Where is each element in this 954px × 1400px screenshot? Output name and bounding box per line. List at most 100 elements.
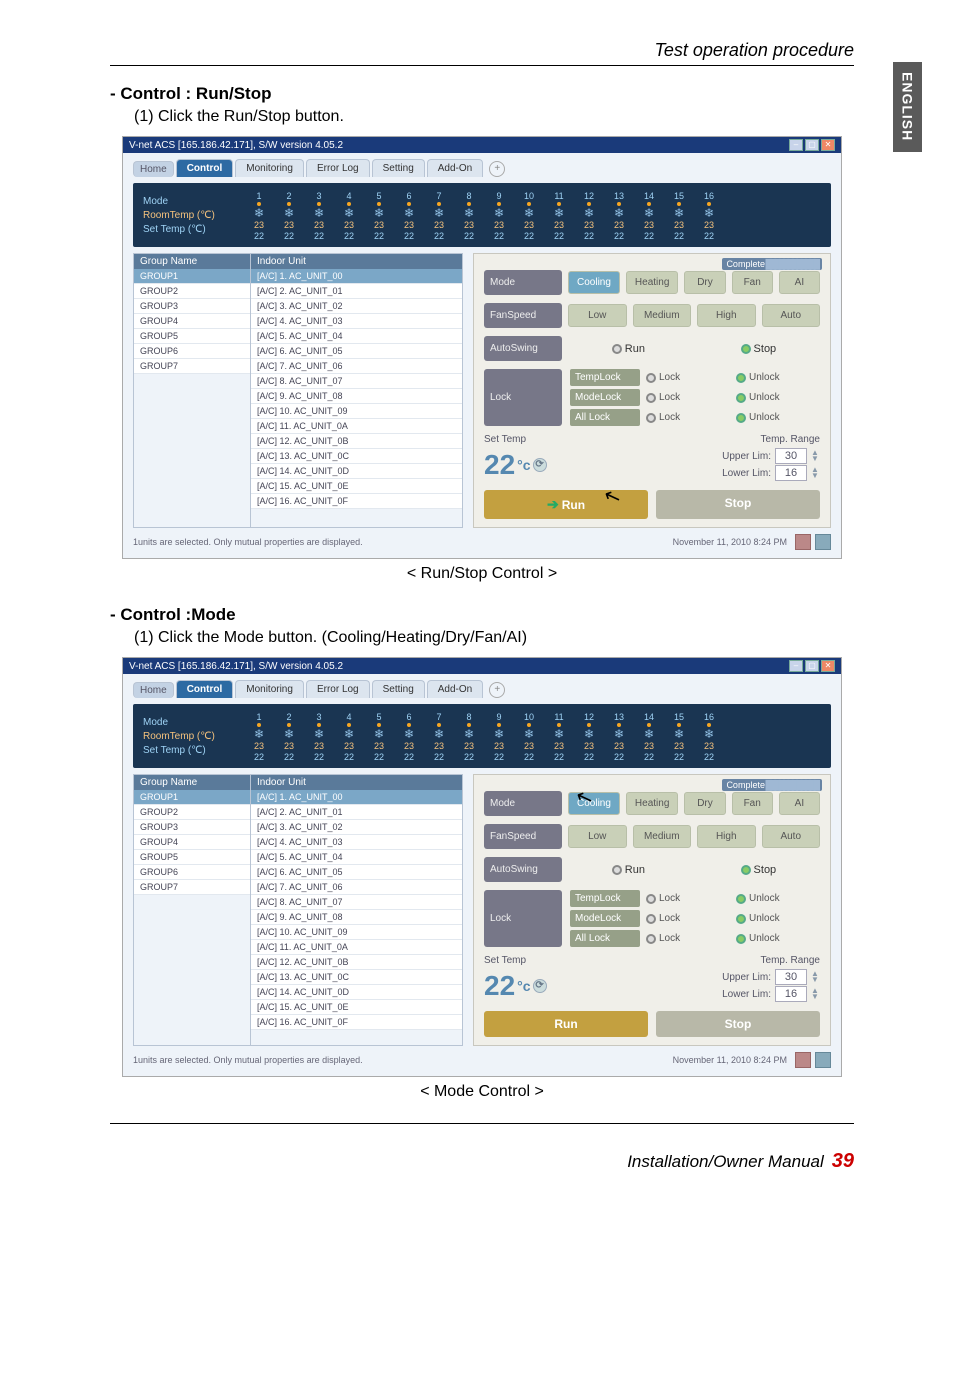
unit-row[interactable]: [A/C] 10. AC_UNIT_09: [251, 925, 462, 940]
unit-thumb[interactable]: 12❄2322: [577, 712, 601, 762]
unit-thumb[interactable]: 11❄2322: [547, 712, 571, 762]
unit-thumb[interactable]: 16❄2322: [697, 712, 721, 762]
group-row[interactable]: GROUP5: [134, 850, 250, 865]
tab-setting[interactable]: Setting: [372, 680, 425, 698]
unit-thumb[interactable]: 3❄2322: [307, 191, 331, 241]
lock-option-unlock[interactable]: Unlock: [736, 412, 820, 423]
unit-thumb[interactable]: 5❄2322: [367, 191, 391, 241]
fan-auto[interactable]: Auto: [762, 825, 821, 848]
spinner-icon[interactable]: ▲▼: [811, 971, 820, 983]
unit-row[interactable]: [A/C] 16. AC_UNIT_0F: [251, 494, 462, 509]
unit-row[interactable]: [A/C] 9. AC_UNIT_08: [251, 389, 462, 404]
unit-row[interactable]: [A/C] 12. AC_UNIT_0B: [251, 955, 462, 970]
group-row[interactable]: GROUP3: [134, 299, 250, 314]
spinner-icon[interactable]: ▲▼: [811, 450, 820, 462]
unit-row[interactable]: [A/C] 6. AC_UNIT_05: [251, 865, 462, 880]
tab-add-icon[interactable]: +: [489, 161, 505, 177]
lock-option-lock[interactable]: Lock: [646, 913, 730, 924]
group-row[interactable]: GROUP6: [134, 865, 250, 880]
upper-lim-value[interactable]: 30: [775, 969, 807, 985]
spinner-icon[interactable]: ▲▼: [811, 467, 820, 479]
tab-home[interactable]: Home: [133, 682, 174, 698]
group-row[interactable]: GROUP7: [134, 880, 250, 895]
unit-thumb[interactable]: 14❄2322: [637, 712, 661, 762]
footer-icon[interactable]: [795, 1052, 811, 1068]
tab-home[interactable]: Home: [133, 161, 174, 177]
unit-thumb[interactable]: 14❄2322: [637, 191, 661, 241]
tab-monitoring[interactable]: Monitoring: [235, 159, 304, 177]
unit-thumb[interactable]: 1❄2322: [247, 191, 271, 241]
unit-thumb[interactable]: 15❄2322: [667, 191, 691, 241]
mode-heating[interactable]: Heating: [626, 792, 678, 815]
lock-option-unlock[interactable]: Unlock: [736, 372, 820, 383]
group-row[interactable]: GROUP2: [134, 805, 250, 820]
unit-row[interactable]: [A/C] 3. AC_UNIT_02: [251, 299, 462, 314]
unit-thumb[interactable]: 4❄2322: [337, 191, 361, 241]
unit-thumb[interactable]: 2❄2322: [277, 191, 301, 241]
group-row[interactable]: GROUP4: [134, 314, 250, 329]
unit-row[interactable]: [A/C] 12. AC_UNIT_0B: [251, 434, 462, 449]
unit-thumb[interactable]: 16❄2322: [697, 191, 721, 241]
maximize-icon[interactable]: ▢: [805, 139, 819, 151]
temp-adjust-icon[interactable]: ⟳: [533, 458, 547, 472]
unit-row[interactable]: [A/C] 4. AC_UNIT_03: [251, 835, 462, 850]
unit-row[interactable]: [A/C] 15. AC_UNIT_0E: [251, 479, 462, 494]
group-row[interactable]: GROUP5: [134, 329, 250, 344]
unit-thumb[interactable]: 10❄2322: [517, 191, 541, 241]
unit-row[interactable]: [A/C] 8. AC_UNIT_07: [251, 374, 462, 389]
tab-monitoring[interactable]: Monitoring: [235, 680, 304, 698]
minimize-icon[interactable]: –: [789, 139, 803, 151]
autoswing-stop[interactable]: Stop: [741, 864, 777, 876]
footer-icon[interactable]: [815, 1052, 831, 1068]
lock-option-lock[interactable]: Lock: [646, 933, 730, 944]
mode-fan[interactable]: Fan: [732, 792, 773, 815]
unit-thumb[interactable]: 7❄2322: [427, 191, 451, 241]
lock-option-unlock[interactable]: Unlock: [736, 392, 820, 403]
unit-thumb[interactable]: 5❄2322: [367, 712, 391, 762]
group-row[interactable]: GROUP1: [134, 269, 250, 284]
stop-button[interactable]: Stop: [656, 490, 820, 519]
group-row[interactable]: GROUP4: [134, 835, 250, 850]
unit-thumb[interactable]: 15❄2322: [667, 712, 691, 762]
unit-thumb[interactable]: 8❄2322: [457, 191, 481, 241]
lower-lim-value[interactable]: 16: [775, 986, 807, 1002]
tab-control[interactable]: Control: [176, 159, 234, 177]
group-row[interactable]: GROUP6: [134, 344, 250, 359]
unit-row[interactable]: [A/C] 6. AC_UNIT_05: [251, 344, 462, 359]
unit-thumb[interactable]: 8❄2322: [457, 712, 481, 762]
unit-row[interactable]: [A/C] 5. AC_UNIT_04: [251, 850, 462, 865]
mode-fan[interactable]: Fan: [732, 271, 773, 294]
unit-row[interactable]: [A/C] 7. AC_UNIT_06: [251, 359, 462, 374]
unit-thumb[interactable]: 4❄2322: [337, 712, 361, 762]
fan-high[interactable]: High: [697, 304, 756, 327]
unit-row[interactable]: [A/C] 10. AC_UNIT_09: [251, 404, 462, 419]
temp-adjust-icon[interactable]: ⟳: [533, 979, 547, 993]
fan-low[interactable]: Low: [568, 304, 627, 327]
unit-thumb[interactable]: 13❄2322: [607, 191, 631, 241]
tab-add-icon[interactable]: +: [489, 682, 505, 698]
unit-row[interactable]: [A/C] 9. AC_UNIT_08: [251, 910, 462, 925]
unit-row[interactable]: [A/C] 7. AC_UNIT_06: [251, 880, 462, 895]
footer-icon[interactable]: [795, 534, 811, 550]
lower-lim-value[interactable]: 16: [775, 465, 807, 481]
unit-row[interactable]: [A/C] 13. AC_UNIT_0C: [251, 449, 462, 464]
group-row[interactable]: GROUP7: [134, 359, 250, 374]
minimize-icon[interactable]: –: [789, 660, 803, 672]
lock-option-unlock[interactable]: Unlock: [736, 913, 820, 924]
unit-thumb[interactable]: 12❄2322: [577, 191, 601, 241]
unit-row[interactable]: [A/C] 15. AC_UNIT_0E: [251, 1000, 462, 1015]
fan-medium[interactable]: Medium: [633, 825, 692, 848]
close-icon[interactable]: ✕: [821, 660, 835, 672]
lock-option-lock[interactable]: Lock: [646, 412, 730, 423]
unit-row[interactable]: [A/C] 1. AC_UNIT_00: [251, 269, 462, 284]
group-row[interactable]: GROUP1: [134, 790, 250, 805]
tab-setting[interactable]: Setting: [372, 159, 425, 177]
fan-medium[interactable]: Medium: [633, 304, 692, 327]
tab-control[interactable]: Control: [176, 680, 234, 698]
unit-row[interactable]: [A/C] 14. AC_UNIT_0D: [251, 464, 462, 479]
mode-heating[interactable]: Heating: [626, 271, 678, 294]
unit-row[interactable]: [A/C] 16. AC_UNIT_0F: [251, 1015, 462, 1030]
unit-row[interactable]: [A/C] 8. AC_UNIT_07: [251, 895, 462, 910]
upper-lim-value[interactable]: 30: [775, 448, 807, 464]
unit-thumb[interactable]: 9❄2322: [487, 191, 511, 241]
